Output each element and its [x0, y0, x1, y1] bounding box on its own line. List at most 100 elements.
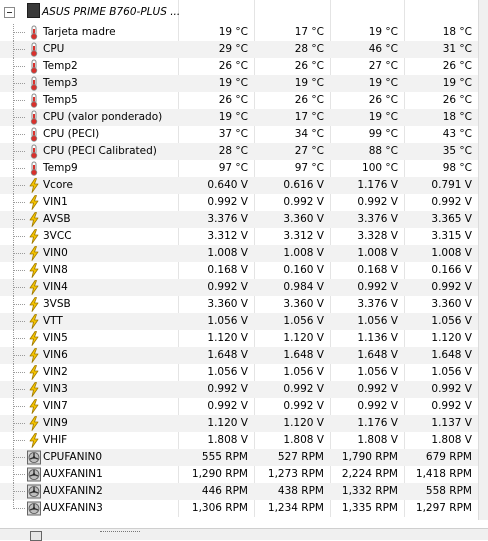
- device-header-row[interactable]: ASUS PRIME B760-PLUS ...: [0, 0, 488, 24]
- sensor-row[interactable]: 3VCC 3.312 V 3.312 V 3.328 V 3.315 V: [0, 228, 488, 245]
- sensor-row[interactable]: VIN4 0.992 V 0.984 V 0.992 V 0.992 V: [0, 279, 488, 296]
- sensor-row[interactable]: VIN6 1.648 V 1.648 V 1.648 V 1.648 V: [0, 347, 488, 364]
- tree-connector: [0, 313, 26, 330]
- sensor-value: 1,234 RPM: [267, 502, 324, 514]
- sensor-value: 28 °C: [218, 145, 248, 157]
- thermometer-icon: [27, 76, 41, 91]
- sensor-row[interactable]: CPU (valor ponderado) 19 °C 17 °C 19 °C 18 °…: [0, 109, 488, 126]
- tree-connector: [0, 228, 26, 245]
- sensor-row[interactable]: CPU (PECI Calibrated) 28 °C 27 °C 88 °C 35 °…: [0, 143, 488, 160]
- tree-connector: [0, 398, 26, 415]
- sensor-value: 19 °C: [294, 77, 324, 89]
- sensor-label: Tarjeta madre: [43, 26, 116, 38]
- sensor-value: 98 °C: [442, 162, 472, 174]
- sensor-value: 26 °C: [218, 94, 248, 106]
- lightning-bolt-icon: [27, 382, 41, 397]
- sensor-value: 1,332 RPM: [341, 485, 398, 497]
- sensor-value: 0.992 V: [357, 400, 398, 412]
- sensor-value: 19 °C: [368, 26, 398, 38]
- sensor-row[interactable]: AUXFANIN2 446 RPM 438 RPM 1,332 RPM 558 RPM: [0, 483, 488, 500]
- sensor-row[interactable]: VIN1 0.992 V 0.992 V 0.992 V 0.992 V: [0, 194, 488, 211]
- fan-icon: [27, 484, 41, 499]
- tree-connector: [0, 466, 26, 483]
- sensor-label: VIN2: [43, 366, 68, 378]
- lightning-bolt-icon: [27, 212, 41, 227]
- sensor-value: 26 °C: [368, 94, 398, 106]
- tree-expander[interactable]: [0, 4, 26, 21]
- sensor-tree-grid[interactable]: ASUS PRIME B760-PLUS ... Tarjeta madre 19…: [0, 0, 488, 517]
- sensor-label: Temp9: [43, 162, 78, 174]
- sensor-label: CPUFANIN0: [43, 451, 103, 463]
- sensor-row[interactable]: VIN2 1.056 V 1.056 V 1.056 V 1.056 V: [0, 364, 488, 381]
- lightning-bolt-icon: [27, 280, 41, 295]
- sensor-value: 1.056 V: [207, 315, 248, 327]
- sensor-row[interactable]: Vcore 0.640 V 0.616 V 1.176 V 0.791 V: [0, 177, 488, 194]
- thermometer-icon: [27, 25, 41, 40]
- tree-connector: [0, 126, 26, 143]
- sensor-value: 1.120 V: [283, 332, 324, 344]
- sensor-row[interactable]: AVSB 3.376 V 3.360 V 3.376 V 3.365 V: [0, 211, 488, 228]
- sensor-label: Temp2: [43, 60, 78, 72]
- sensor-value: 97 °C: [218, 162, 248, 174]
- tree-connector: [0, 160, 26, 177]
- sensor-row[interactable]: CPU 29 °C 28 °C 46 °C 31 °C: [0, 41, 488, 58]
- sensor-label: AUXFANIN1: [43, 468, 103, 480]
- sensor-value: 26 °C: [442, 60, 472, 72]
- vertical-scrollbar[interactable]: [478, 0, 488, 520]
- sensor-row[interactable]: VTT 1.056 V 1.056 V 1.056 V 1.056 V: [0, 313, 488, 330]
- tree-connector: [0, 194, 26, 211]
- sensor-value: 0.992 V: [431, 196, 472, 208]
- sensor-value: 43 °C: [442, 128, 472, 140]
- sensor-row[interactable]: Temp3 19 °C 19 °C 19 °C 19 °C: [0, 75, 488, 92]
- collapse-icon[interactable]: [4, 7, 15, 18]
- sensor-value: 19 °C: [218, 111, 248, 123]
- sensor-value: 17 °C: [294, 111, 324, 123]
- sensor-row[interactable]: VIN7 0.992 V 0.992 V 0.992 V 0.992 V: [0, 398, 488, 415]
- sensor-label: VHIF: [43, 434, 68, 446]
- sensor-row[interactable]: VIN9 1.120 V 1.120 V 1.176 V 1.137 V: [0, 415, 488, 432]
- sensor-row[interactable]: VIN0 1.008 V 1.008 V 1.008 V 1.008 V: [0, 245, 488, 262]
- tree-connector: [0, 296, 26, 313]
- sensor-row[interactable]: CPU (PECI) 37 °C 34 °C 99 °C 43 °C: [0, 126, 488, 143]
- sensor-value: 19 °C: [368, 77, 398, 89]
- sensor-value: 46 °C: [368, 43, 398, 55]
- sensor-row[interactable]: VIN3 0.992 V 0.992 V 0.992 V 0.992 V: [0, 381, 488, 398]
- sensor-row[interactable]: VIN8 0.168 V 0.160 V 0.168 V 0.166 V: [0, 262, 488, 279]
- sensor-row[interactable]: CPUFANIN0 555 RPM 527 RPM 1,790 RPM 679 RPM: [0, 449, 488, 466]
- sensor-value: 0.616 V: [283, 179, 324, 191]
- sensor-value: 438 RPM: [277, 485, 324, 497]
- sensor-value: 97 °C: [294, 162, 324, 174]
- sensor-value: 99 °C: [368, 128, 398, 140]
- tree-connector: [0, 415, 26, 432]
- sensor-value: 19 °C: [218, 26, 248, 38]
- thermometer-icon: [27, 93, 41, 108]
- sensor-value: 3.360 V: [283, 213, 324, 225]
- sensor-rows: Tarjeta madre 19 °C 17 °C 19 °C 18 °C CPU 29 °…: [0, 24, 488, 517]
- sensor-value: 555 RPM: [201, 451, 248, 463]
- lightning-bolt-icon: [27, 365, 41, 380]
- sensor-value: 0.992 V: [357, 383, 398, 395]
- sensor-value: 3.312 V: [207, 230, 248, 242]
- sensor-value: 3.328 V: [357, 230, 398, 242]
- sensor-row[interactable]: VIN5 1.120 V 1.120 V 1.136 V 1.120 V: [0, 330, 488, 347]
- sensor-row[interactable]: AUXFANIN3 1,306 RPM 1,234 RPM 1,335 RPM 1,29…: [0, 500, 488, 517]
- sensor-value: 1.808 V: [207, 434, 248, 446]
- sensor-label: CPU (PECI Calibrated): [43, 145, 157, 157]
- sensor-value: 1.648 V: [207, 349, 248, 361]
- sensor-row[interactable]: AUXFANIN1 1,290 RPM 1,273 RPM 2,224 RPM 1,41…: [0, 466, 488, 483]
- fan-icon: [27, 450, 41, 465]
- sensor-value: 0.992 V: [431, 281, 472, 293]
- sensor-row[interactable]: 3VSB 3.360 V 3.360 V 3.376 V 3.360 V: [0, 296, 488, 313]
- sensor-label: VIN6: [43, 349, 68, 361]
- tree-connector: [0, 279, 26, 296]
- tree-connector: [0, 75, 26, 92]
- sensor-row[interactable]: Tarjeta madre 19 °C 17 °C 19 °C 18 °C: [0, 24, 488, 41]
- sensor-row[interactable]: Temp5 26 °C 26 °C 26 °C 26 °C: [0, 92, 488, 109]
- sensor-row[interactable]: VHIF 1.808 V 1.808 V 1.808 V 1.808 V: [0, 432, 488, 449]
- sensor-row[interactable]: Temp2 26 °C 26 °C 27 °C 26 °C: [0, 58, 488, 75]
- tree-connector: [0, 41, 26, 58]
- fan-icon: [27, 467, 41, 482]
- sensor-row[interactable]: Temp9 97 °C 97 °C 100 °C 98 °C: [0, 160, 488, 177]
- sensor-label: AUXFANIN3: [43, 502, 103, 514]
- sensor-value: 34 °C: [294, 128, 324, 140]
